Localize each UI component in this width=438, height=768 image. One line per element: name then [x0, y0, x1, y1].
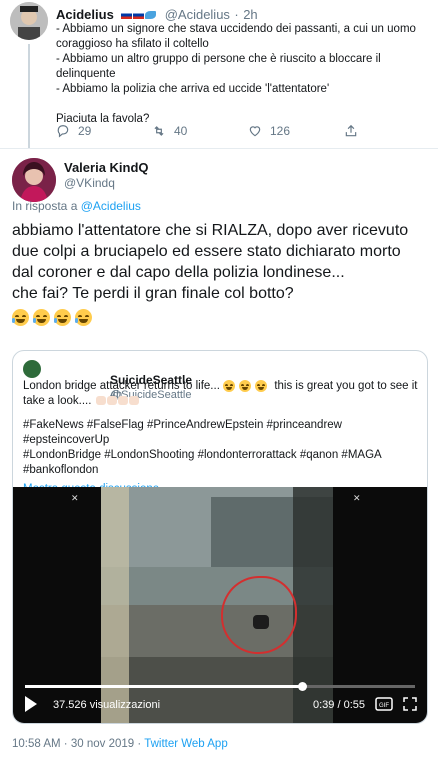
- reply-prefix: In risposta a: [12, 199, 78, 213]
- quoted-line-text: take a look....: [23, 395, 92, 407]
- laughing-tears-emoji: [33, 309, 50, 327]
- text-line: [56, 97, 416, 112]
- tweet-date[interactable]: 30 nov 2019: [71, 738, 134, 750]
- quoted-text: London bridge attacker returns to life..…: [23, 379, 419, 497]
- video-player[interactable]: ✕ ✕ 37.526 visualizzazioni 0:39 / 0:55 G…: [13, 487, 427, 723]
- tweet-acidelius[interactable]: Acidelius @Acidelius · 2h - Abbiamo un s…: [0, 0, 438, 149]
- reply-button[interactable]: 29: [56, 124, 91, 138]
- flag-icon: [133, 10, 145, 19]
- retweet-button[interactable]: 40: [152, 124, 187, 138]
- text-line: dal coroner e dal capo della polizia lon…: [12, 264, 345, 281]
- text-line: - Abbiamo la polizia che arriva ed uccid…: [56, 83, 330, 95]
- dolphin-icon: [145, 10, 157, 19]
- text-line: due colpi a bruciapelo ed essere stato d…: [12, 243, 401, 260]
- tweet-time[interactable]: 2h: [243, 7, 257, 22]
- clapping-hands-icon: [106, 396, 117, 406]
- close-icon: ✕: [353, 493, 361, 503]
- dot-separator: ·: [137, 738, 142, 750]
- video-progress-bar[interactable]: [25, 682, 415, 691]
- text-line: - Abbiamo un signore che stava uccidendo…: [56, 23, 416, 35]
- share-icon: [345, 124, 357, 137]
- text-line: che fai? Te perdi il gran finale col bot…: [12, 285, 294, 302]
- emoji-row: [12, 307, 432, 328]
- tweet-source[interactable]: Twitter Web App: [144, 738, 228, 750]
- share-button[interactable]: [344, 124, 358, 138]
- flag-icon: [121, 10, 133, 19]
- red-circle-annotation: [221, 576, 297, 654]
- retweet-count: 40: [174, 124, 188, 138]
- user-handle[interactable]: @Acidelius: [165, 7, 230, 22]
- dot-separator: ·: [63, 738, 68, 750]
- video-time: 0:39 / 0:55: [313, 699, 365, 711]
- gif-icon[interactable]: GIF: [375, 697, 393, 711]
- reply-count: 29: [78, 124, 92, 138]
- text-line: delinquente: [56, 68, 116, 80]
- clapping-hands-icon: [117, 396, 128, 406]
- laughing-tears-emoji: [239, 379, 252, 392]
- quoted-tweet[interactable]: SuicideSeattle @SuicideSeattle · 4h Lond…: [12, 350, 428, 724]
- tweet-valeria[interactable]: Valeria KindQ @VKindq In risposta a @Aci…: [0, 148, 438, 768]
- clapping-hands-icon: [128, 396, 139, 406]
- text-line: - Abbiamo un altro gruppo di persone che…: [56, 53, 381, 65]
- quoted-line-text: London bridge attacker returns to life..…: [23, 380, 220, 392]
- gif-label: GIF: [379, 703, 389, 709]
- laughing-tears-emoji: [255, 379, 268, 392]
- user-name[interactable]: Valeria KindQ: [64, 160, 149, 175]
- like-button[interactable]: 126: [248, 124, 290, 138]
- hashtag-line[interactable]: #bankoflondon: [23, 463, 419, 478]
- clapping-hands-icon: [95, 396, 106, 406]
- laughing-tears-emoji: [223, 379, 236, 392]
- reply-icon: [57, 125, 69, 138]
- hashtags: #FakeNews #FalseFlag #PrinceAndrewEpstei…: [23, 418, 419, 478]
- tweet-text: - Abbiamo un signore che stava uccidendo…: [56, 22, 416, 127]
- hashtag-line[interactable]: #FakeNews #FalseFlag #PrinceAndrewEpstei…: [23, 418, 419, 448]
- thread-line: [28, 44, 30, 148]
- progress-handle[interactable]: [297, 682, 307, 691]
- reply-context: In risposta a @Acidelius: [12, 199, 141, 213]
- view-count: 37.526 visualizzazioni: [53, 699, 161, 711]
- user-handle[interactable]: @VKindq: [64, 176, 115, 190]
- laughing-tears-emoji: [75, 309, 92, 327]
- laughing-tears-emoji: [12, 309, 29, 327]
- quoted-line-tail: this is great you got to see it: [274, 380, 418, 392]
- fullscreen-icon[interactable]: [403, 697, 417, 711]
- play-icon[interactable]: [25, 696, 37, 712]
- progress-fill: [25, 685, 302, 688]
- close-icon: ✕: [71, 493, 79, 503]
- video-controls: 37.526 visualizzazioni 0:39 / 0:55 GIF: [13, 692, 427, 718]
- text-line: coraggioso ha sfilato il coltello: [56, 38, 209, 50]
- tweet-timestamp[interactable]: 10:58 AM: [12, 738, 61, 750]
- quoted-line-2: take a look....: [23, 394, 419, 409]
- like-count: 126: [270, 124, 291, 138]
- avatar[interactable]: [10, 2, 48, 40]
- user-name[interactable]: Acidelius: [56, 7, 114, 22]
- tweet-actions: 29 40 126: [56, 124, 358, 140]
- retweet-icon: [154, 126, 164, 136]
- text-line: abbiamo l'attentatore che si RIALZA, dop…: [12, 222, 409, 239]
- tweet-meta: 10:58 AM · 30 nov 2019 · Twitter Web App: [12, 738, 228, 750]
- hashtag-line[interactable]: #LondonBridge #LondonShooting #londonter…: [23, 448, 419, 463]
- avatar: [23, 360, 41, 378]
- heart-icon: [249, 126, 261, 137]
- laughing-tears-emoji: [54, 309, 71, 327]
- quoted-line-1: London bridge attacker returns to life..…: [23, 379, 419, 394]
- dot-separator: ·: [234, 7, 239, 23]
- reply-to-link[interactable]: @Acidelius: [81, 199, 141, 213]
- tweet-text: abbiamo l'attentatore che si RIALZA, dop…: [12, 220, 432, 328]
- avatar[interactable]: [12, 158, 56, 202]
